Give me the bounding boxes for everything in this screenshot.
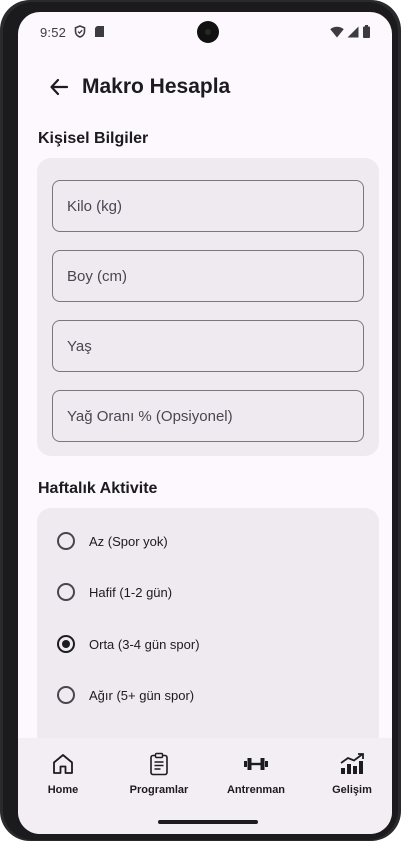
app-screen: 9:52 Makro Hesapla Kişisel Bilgiler Kilo… xyxy=(18,12,392,834)
home-icon xyxy=(51,750,75,778)
age-field-placeholder: Yaş xyxy=(67,337,92,355)
nav-item-progress[interactable]: Gelişim xyxy=(307,750,392,800)
weight-field[interactable]: Kilo (kg) xyxy=(52,180,364,232)
body-fat-field-placeholder: Yağ Oranı % (Opsiyonel) xyxy=(67,407,233,425)
nav-label-progress: Gelişim xyxy=(332,784,372,796)
nav-item-home[interactable]: Home xyxy=(18,750,108,800)
activity-card: Az (Spor yok) Hafif (1-2 gün) Orta (3-4 … xyxy=(37,508,379,748)
activity-option-heavy[interactable]: Ağır (5+ gün spor) xyxy=(37,675,379,715)
status-time: 9:52 xyxy=(40,25,67,40)
status-bar: 9:52 xyxy=(18,12,392,52)
radio-label: Orta (3-4 gün spor) xyxy=(89,636,200,652)
radio-label: Hafif (1-2 gün) xyxy=(89,584,173,600)
sd-card-icon xyxy=(94,25,105,43)
front-camera xyxy=(197,21,219,43)
page-title: Makro Hesapla xyxy=(82,75,231,98)
activity-title: Haftalık Aktivite xyxy=(38,480,158,497)
activity-option-moderate[interactable]: Orta (3-4 gün spor) xyxy=(37,624,379,664)
personal-info-title: Kişisel Bilgiler xyxy=(38,130,149,147)
radio-button[interactable] xyxy=(57,532,75,550)
clipboard-icon xyxy=(148,750,170,778)
dumbbell-icon xyxy=(243,750,269,778)
battery-icon xyxy=(363,25,370,43)
nav-label-programs: Programlar xyxy=(129,784,189,796)
chart-icon xyxy=(339,750,365,778)
wifi-icon xyxy=(330,25,344,43)
radio-button[interactable] xyxy=(57,686,75,704)
nav-label-workout: Antrenman xyxy=(226,784,286,796)
radio-label: Ağır (5+ gün spor) xyxy=(89,687,195,703)
height-field[interactable]: Boy (cm) xyxy=(52,250,364,302)
personal-info-card: Kilo (kg) Boy (cm) Yaş Yağ Oranı % (Opsi… xyxy=(37,158,379,456)
radio-button[interactable] xyxy=(57,583,75,601)
weight-field-placeholder: Kilo (kg) xyxy=(67,197,123,215)
nav-item-programs[interactable]: Programlar xyxy=(114,750,204,800)
cellular-icon xyxy=(347,25,359,43)
back-button[interactable] xyxy=(44,74,74,104)
nav-label-home: Home xyxy=(47,784,79,796)
activity-option-light[interactable]: Hafif (1-2 gün) xyxy=(37,572,379,612)
radio-label: Az (Spor yok) xyxy=(89,533,168,549)
shield-icon xyxy=(74,25,86,43)
height-field-placeholder: Boy (cm) xyxy=(67,267,127,285)
arrow-left-icon xyxy=(49,77,69,102)
activity-option-none[interactable]: Az (Spor yok) xyxy=(37,521,379,561)
age-field[interactable]: Yaş xyxy=(52,320,364,372)
home-indicator[interactable] xyxy=(158,820,258,824)
body-fat-field[interactable]: Yağ Oranı % (Opsiyonel) xyxy=(52,390,364,442)
nav-item-workout[interactable]: Antrenman xyxy=(211,750,301,800)
radio-button-selected[interactable] xyxy=(57,635,75,653)
